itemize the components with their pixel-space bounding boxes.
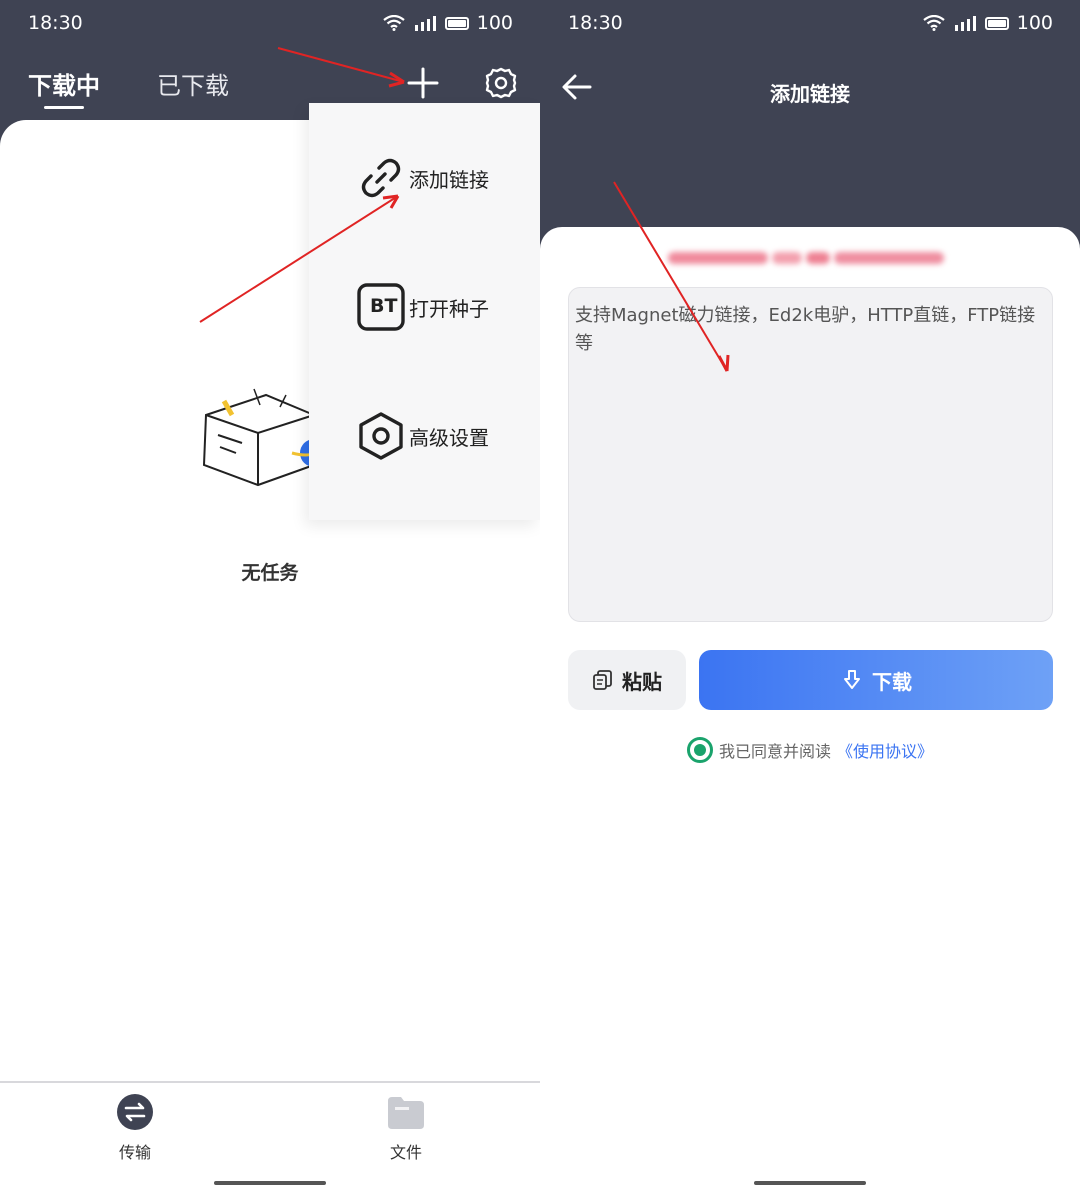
- plus-icon[interactable]: [406, 66, 440, 100]
- status-bar: 18:30 100: [540, 0, 1080, 46]
- agreement-row: 我已同意并阅读 《使用协议》: [540, 737, 1080, 763]
- paste-button[interactable]: 粘贴: [568, 650, 686, 710]
- home-indicator[interactable]: [214, 1181, 326, 1185]
- status-icons: 100: [923, 12, 1053, 34]
- status-bar: 18:30 100: [0, 0, 540, 46]
- signal-icon: [954, 16, 976, 31]
- tab-downloaded[interactable]: 已下载: [157, 66, 229, 101]
- battery-level: 100: [476, 12, 513, 34]
- home-indicator[interactable]: [754, 1181, 866, 1185]
- nav-label: 文件: [389, 1143, 422, 1162]
- menu-item-advanced-settings[interactable]: 高级设置: [357, 411, 489, 461]
- downloads-screen: 18:30 100 下载中 已下载 无任务 添加链接 打开种子 BT 高级设置 …: [0, 0, 540, 1201]
- folder-icon: [388, 1097, 424, 1129]
- signal-icon: [414, 16, 436, 31]
- terms-link[interactable]: 《使用协议》: [837, 738, 933, 762]
- agree-radio[interactable]: [686, 737, 713, 763]
- gear-icon[interactable]: [484, 66, 518, 100]
- link-icon: [361, 158, 401, 198]
- settings-hexagon-icon: [359, 412, 403, 460]
- download-button[interactable]: 下载: [699, 650, 1053, 710]
- nav-files[interactable]: 文件: [366, 1093, 446, 1163]
- status-icons: 100: [383, 12, 513, 34]
- empty-box-icon: [202, 388, 326, 487]
- battery-icon: [984, 16, 1009, 30]
- link-input[interactable]: 支持Magnet磁力链接，Ed2k电驴，HTTP直链，FTP链接等: [568, 287, 1053, 622]
- paste-icon: [593, 670, 612, 690]
- tab-downloading[interactable]: 下载中: [28, 66, 100, 109]
- empty-state-text: 无任务: [241, 562, 299, 584]
- wifi-icon: [923, 15, 945, 31]
- page-title: 添加链接: [770, 82, 850, 106]
- battery-level: 100: [1016, 12, 1053, 34]
- battery-icon: [444, 16, 469, 30]
- add-link-screen: 18:30 100 添加链接 支持Magnet磁力链接，Ed2k电驴，HTTP直…: [540, 0, 1080, 1201]
- transfer-icon: [117, 1094, 153, 1130]
- menu-item-label: 添加链接: [409, 167, 489, 192]
- menu-item-add-link[interactable]: 添加链接: [357, 153, 489, 203]
- download-icon: [844, 670, 860, 689]
- agreement-text: 我已同意并阅读: [718, 742, 831, 761]
- status-time: 18:30: [28, 12, 83, 34]
- bottom-nav-divider: [0, 1081, 540, 1083]
- menu-item-label: 打开种子: [409, 296, 489, 321]
- bt-icon-text: BT: [370, 295, 398, 317]
- download-label: 下载: [872, 669, 912, 694]
- nav-label: 传输: [118, 1143, 151, 1162]
- blurred-redacted-text: [668, 243, 954, 273]
- paste-label: 粘贴: [622, 669, 662, 694]
- wifi-icon: [383, 15, 405, 31]
- menu-item-label: 高级设置: [409, 425, 489, 450]
- nav-transfer[interactable]: 传输: [95, 1093, 175, 1163]
- status-time: 18:30: [568, 12, 623, 34]
